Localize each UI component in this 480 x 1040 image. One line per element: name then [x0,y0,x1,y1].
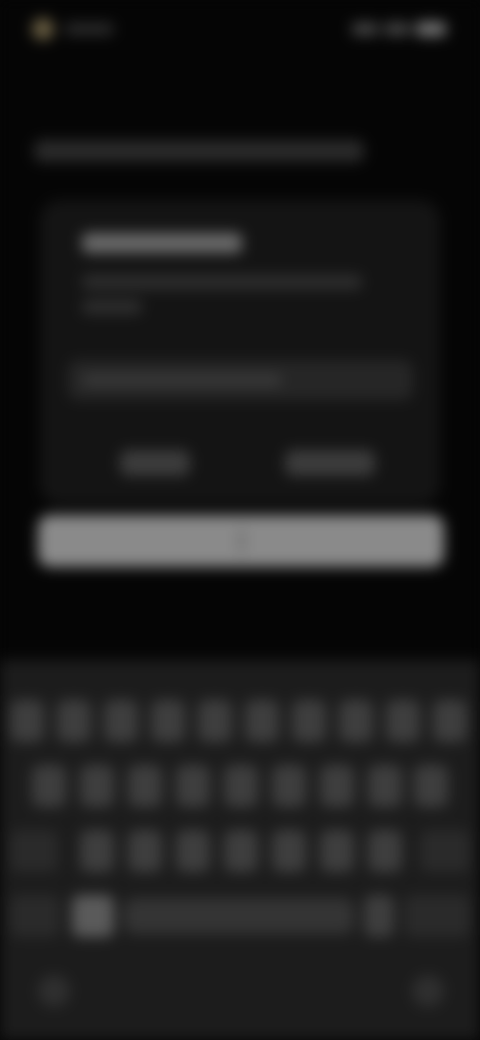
key-s[interactable] [80,765,114,807]
key-t[interactable] [198,700,232,742]
mic-icon[interactable] [412,975,444,1007]
key-c[interactable] [176,830,210,872]
backspace-key[interactable] [420,830,470,872]
enter-key[interactable] [404,895,470,937]
shift-key[interactable] [10,830,58,872]
suggestion-strip [38,515,444,567]
key-n[interactable] [320,830,354,872]
key-l[interactable] [414,765,448,807]
dialog-input[interactable] [68,360,413,400]
status-time [64,23,114,35]
key-o[interactable] [386,700,420,742]
confirm-button[interactable] [285,450,375,476]
dialog-title [82,233,242,253]
key-h[interactable] [272,765,306,807]
key-q[interactable] [10,700,44,742]
app-icon [32,18,54,40]
screen [0,0,480,1040]
key-a[interactable] [32,765,66,807]
signal-icon [352,23,378,35]
key-e[interactable] [104,700,138,742]
key-b[interactable] [272,830,306,872]
key-x[interactable] [128,830,162,872]
key-v[interactable] [224,830,258,872]
key-m[interactable] [368,830,402,872]
key-u[interactable] [292,700,326,742]
battery-icon [416,22,446,36]
space-key[interactable] [124,898,354,934]
dialog-input-text [82,374,282,386]
status-left [32,18,114,40]
dialog-message [82,275,362,289]
symbols-key[interactable] [10,895,60,937]
dialog-message-continued [82,300,142,314]
key-p[interactable] [433,700,467,742]
key-k[interactable] [368,765,402,807]
status-right [352,22,446,36]
key-f[interactable] [176,765,210,807]
key-r[interactable] [151,700,185,742]
keyboard [0,660,480,1040]
keyboard-hide-icon[interactable] [38,975,70,1007]
key-i[interactable] [339,700,373,742]
period-key[interactable] [364,895,394,937]
key-z[interactable] [80,830,114,872]
key-y[interactable] [245,700,279,742]
key-j[interactable] [320,765,354,807]
dialog [40,200,440,505]
page-title [34,140,364,162]
status-bar [0,0,480,56]
comma-key[interactable] [72,895,114,937]
wifi-icon [384,23,410,35]
cancel-button[interactable] [120,450,190,476]
key-g[interactable] [224,765,258,807]
key-w[interactable] [57,700,91,742]
suggestion-divider [239,528,243,554]
key-d[interactable] [128,765,162,807]
